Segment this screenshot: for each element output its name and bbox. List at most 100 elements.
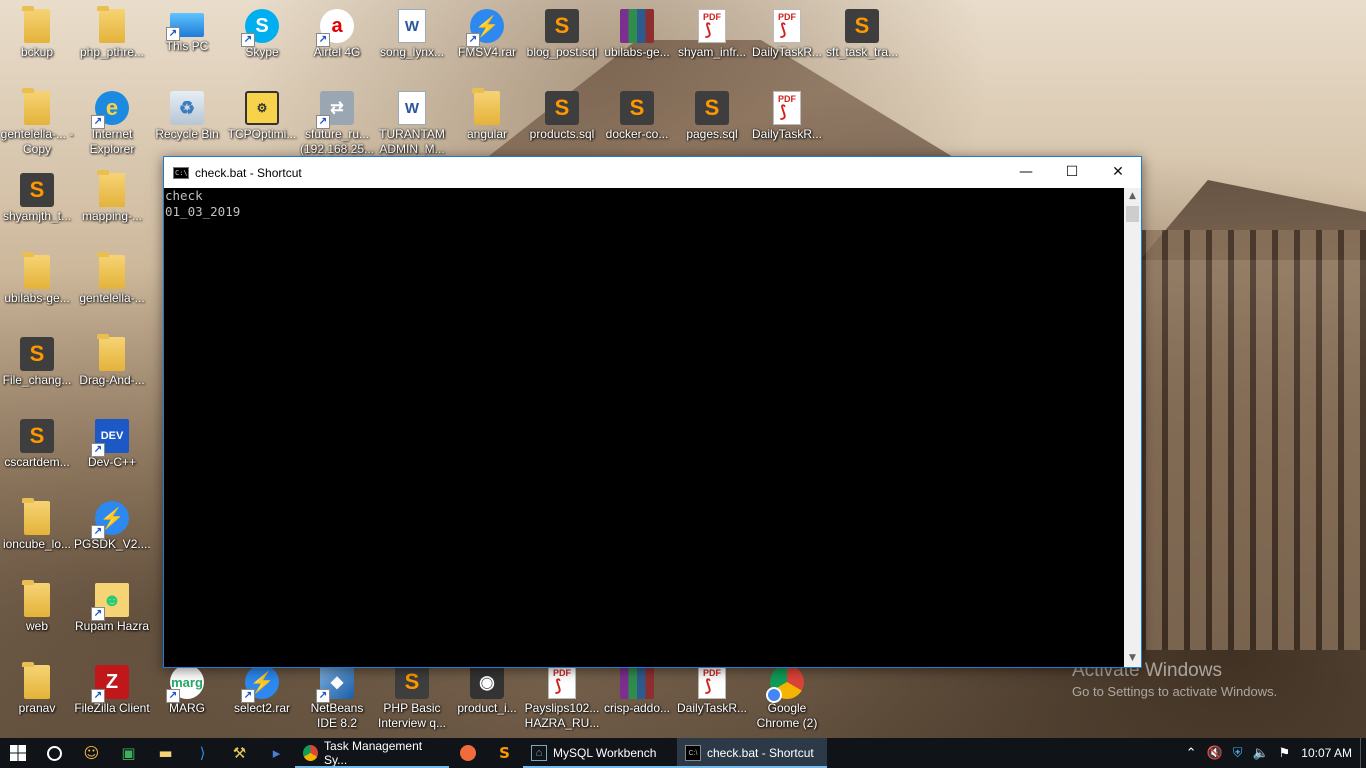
excel-icon[interactable]: ▣ (110, 738, 147, 768)
desktop-icon[interactable]: PDF DailyTaskR... (749, 5, 825, 85)
desktop-icon[interactable]: gentelella-... - Copy (0, 87, 75, 167)
cortana-icon[interactable] (36, 738, 73, 768)
console-output[interactable]: check 01_03_2019 (164, 188, 1125, 667)
desktop-icon-label: FMSV4.rar (457, 45, 516, 59)
chrome-icon (766, 665, 804, 703)
desktop-icon[interactable]: aAirtel 4G (299, 5, 375, 85)
scroll-thumb[interactable] (1126, 206, 1139, 222)
desktop-icon[interactable]: S File_chang... (0, 333, 75, 413)
volume-icon[interactable]: 🔈 (1252, 746, 1268, 761)
desktop-icon[interactable]: W TURANTAM ADMIN_M... (374, 87, 450, 167)
desktop-icon[interactable]: margMARG (149, 661, 225, 741)
desktop-icon-label: web (25, 619, 48, 633)
ie-icon: e (91, 91, 129, 129)
desktop-icon[interactable]: PDF DailyTaskR... (749, 87, 825, 167)
desktop-icon[interactable]: Sdocker-co... (599, 87, 675, 167)
desktop-icon-label: gentelella-... - Copy (0, 127, 74, 156)
desktop-icon[interactable]: SSkype (224, 5, 300, 85)
pc-icon (166, 13, 204, 41)
desktop-icon-label: mapping-... (81, 209, 143, 223)
desktop-icon[interactable]: Spages.sql (674, 87, 750, 167)
desktop-icon[interactable]: Wsong_lynx... (374, 5, 450, 85)
powershell-icon[interactable]: ▸ (258, 738, 295, 768)
sublime-icon: S (20, 173, 54, 207)
desktop-icon[interactable]: angular (449, 87, 525, 167)
close-button[interactable]: ✕ (1095, 157, 1141, 187)
desktop-icon[interactable]: Scscartdem... (0, 415, 75, 495)
mysql-icon: ⌂ (531, 745, 547, 761)
desktop-icon[interactable]: Sshyamjth_t... (0, 169, 75, 249)
desktop-icon[interactable]: pranav (0, 661, 75, 741)
network-icon[interactable]: 🔇 (1207, 746, 1223, 761)
desktop-icon[interactable]: ioncube_lo... (0, 497, 75, 577)
taskbar-app-console[interactable]: C:\ check.bat - Shortcut (677, 738, 827, 768)
desktop-icon-label: select2.rar (233, 701, 291, 715)
desktop-icon[interactable]: ⚡FMSV4.rar (449, 5, 525, 85)
desktop-icon[interactable]: ☻Rupam Hazra (74, 579, 150, 659)
desktop-icon[interactable]: Drag-And-... (74, 333, 150, 413)
window-titlebar[interactable]: C:\ check.bat - Shortcut — ☐ ✕ (164, 157, 1141, 188)
clock[interactable]: 10:07 AM (1301, 746, 1352, 760)
desktop-icon[interactable]: gentelella-... (74, 251, 150, 331)
taskbar-app-mysql-workbench[interactable]: ⌂ MySQL Workbench (523, 738, 677, 768)
file-explorer-icon[interactable]: ▬ (147, 738, 184, 768)
desktop-icon[interactable]: ⚡select2.rar (224, 661, 300, 741)
desktop-icon[interactable]: PDF shyam_infr... (674, 5, 750, 85)
desktop-icon[interactable]: php_pthre... (74, 5, 150, 85)
desktop-icon[interactable]: mapping-... (74, 169, 150, 249)
cmd-icon: C:\ (173, 166, 189, 179)
desktop-icon[interactable]: PDF DailyTaskR... (674, 661, 750, 741)
pinned-app-icon[interactable]: ☺ (73, 738, 110, 768)
desktop-icon[interactable]: S PHP Basic Interview q... (374, 661, 450, 741)
desktop-icon-label: docker-co... (605, 127, 669, 141)
show-hidden-icons-chevron-icon[interactable]: ⌃ (1186, 746, 1197, 761)
desktop-icon[interactable]: PDFPayslips102... HAZRA_RU... (524, 661, 600, 741)
desktop-icon[interactable]: ♻ Recycle Bin (149, 87, 225, 167)
scroll-down-arrow-icon[interactable]: ▼ (1124, 650, 1141, 667)
desktop-icon-label: TURANTAM ADMIN_M... (379, 127, 445, 156)
desktop-icon[interactable]: Sproducts.sql (524, 87, 600, 167)
desktop-icon-label: Drag-And-... (79, 373, 145, 387)
scroll-up-arrow-icon[interactable]: ▲ (1124, 188, 1141, 205)
desktop-icon-label: Rupam Hazra (74, 619, 150, 633)
desktop-icon[interactable]: This PC (149, 5, 225, 85)
desktop-icon[interactable]: ◉ product_i... (449, 661, 525, 741)
security-icon[interactable]: ⛨ (1233, 746, 1243, 761)
desktop-icon-label: FileZilla Client (74, 701, 150, 715)
show-desktop-button[interactable] (1360, 738, 1366, 768)
folder-icon (22, 580, 50, 617)
desktop-icon[interactable]: DEVDev-C++ (74, 415, 150, 495)
console-window[interactable]: C:\ check.bat - Shortcut — ☐ ✕ check 01_… (163, 156, 1142, 668)
start-button[interactable] (0, 738, 36, 768)
vertical-scrollbar[interactable]: ▲ ▼ (1124, 188, 1141, 667)
desktop-icon-label: pages.sql (686, 127, 738, 141)
desktop-icon[interactable]: Ssft_task_tra... (824, 5, 900, 85)
desktop-icon[interactable]: eInternet Explorer (74, 87, 150, 167)
folder-icon (97, 252, 125, 289)
action-center-icon[interactable]: ⚑ (1279, 746, 1291, 761)
desktop-icon[interactable]: ⚡PGSDK_V2.... (74, 497, 150, 577)
desktop-icon[interactable]: bckup (0, 5, 75, 85)
desktop-icon[interactable]: ⚙ TCPOptimi... (224, 87, 300, 167)
desktop-icon[interactable]: Google Chrome (2) (749, 661, 825, 741)
vscode-icon[interactable]: ⟩ (184, 738, 221, 768)
desktop-icon-label: Recycle Bin (155, 127, 219, 141)
taskbar-app-chrome[interactable]: Task Management Sy... (295, 738, 449, 768)
sublime-text-icon[interactable]: S (486, 738, 523, 768)
desktop-icon[interactable]: ubilabs-ge... (0, 251, 75, 331)
watermark-subtitle: Go to Settings to activate Windows. (1072, 684, 1278, 699)
minimize-button[interactable]: — (1003, 157, 1049, 187)
desktop-icon[interactable]: ZFileZilla Client (74, 661, 150, 741)
desktop-icon[interactable]: crisp-addo... (599, 661, 675, 741)
desktop-icon[interactable]: web (0, 579, 75, 659)
desktop-icon[interactable]: ubilabs-ge... (599, 5, 675, 85)
desktop-icon-label: NetBeans IDE 8.2 (310, 701, 364, 730)
desktop-icon[interactable]: ◆NetBeans IDE 8.2 (299, 661, 375, 741)
fb-chat-icon[interactable] (449, 738, 486, 768)
maximize-button[interactable]: ☐ (1049, 157, 1095, 187)
tool-icon[interactable]: ⚒ (221, 738, 258, 768)
desktop-icon[interactable]: Sblog_post.sql (524, 5, 600, 85)
desktop-icon[interactable]: ⇄sfuture_ru... (192.168.25... (299, 87, 375, 167)
rar-icon (620, 665, 654, 699)
desktop-icon-label: Payslips102... HAZRA_RU... (524, 701, 600, 730)
